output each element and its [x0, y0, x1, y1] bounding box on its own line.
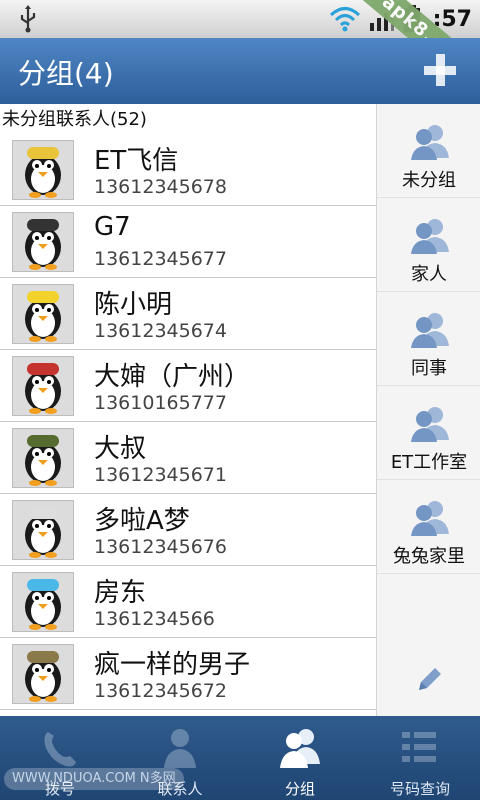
- contact-row[interactable]: 陈小明 13612345674: [0, 278, 376, 350]
- contact-phone: 13612345676: [94, 536, 227, 558]
- contact-name: 疯一样的男子: [94, 650, 251, 680]
- group-label: 家人: [411, 264, 447, 285]
- avatar: [12, 212, 74, 272]
- group-item[interactable]: 兔兔家里: [377, 480, 480, 574]
- number-lookup-icon: [402, 732, 436, 762]
- avatar: [12, 356, 74, 416]
- contact-row[interactable]: 房东 1361234566: [0, 566, 376, 638]
- penguin-chef-avatar-icon: [25, 147, 61, 198]
- group-people-icon: [411, 501, 449, 536]
- contact-row[interactable]: ET飞信 13612345678: [0, 134, 376, 206]
- group-people-icon: [411, 219, 449, 254]
- avatar: [12, 500, 74, 560]
- contact-name: 大婶（广州）: [94, 362, 251, 392]
- contact-row[interactable]: 大婶（广州） 13610165777: [0, 350, 376, 422]
- group-people-icon: [411, 313, 449, 348]
- penguin-winged-avatar-icon: [25, 363, 61, 414]
- group-item[interactable]: ET工作室: [377, 386, 480, 480]
- contact-phone: 13612345672: [94, 680, 227, 702]
- contact-phone: 13610165777: [94, 392, 227, 414]
- contact-row[interactable]: 大叔 13612345671: [0, 422, 376, 494]
- edit-pencil-icon[interactable]: [413, 664, 445, 696]
- contact-row[interactable]: G7 13612345677: [0, 206, 376, 278]
- usb-icon: [20, 5, 36, 33]
- group-item[interactable]: 同事: [377, 292, 480, 386]
- wifi-icon: [329, 7, 360, 32]
- contact-phone: 13612345677: [94, 248, 227, 270]
- tab-label: 分组: [284, 780, 315, 798]
- tab-groups[interactable]: 分组: [240, 716, 360, 800]
- list-header: 未分组联系人(52): [2, 109, 147, 130]
- contact-name: 多啦A梦: [94, 506, 190, 536]
- contact-name: ET飞信: [94, 146, 179, 176]
- contact-name: 大叔: [94, 434, 147, 464]
- group-label: 同事: [411, 358, 447, 379]
- contact-row[interactable]: 疯一样的男子 13612345672: [0, 638, 376, 710]
- contact-phone: 13612345674: [94, 320, 227, 342]
- contact-phone: 1361234566: [94, 608, 215, 630]
- group-item[interactable]: 未分组: [377, 104, 480, 198]
- tab-number-lookup[interactable]: 号码查询: [360, 716, 480, 800]
- page-title: 分组(4): [18, 57, 114, 90]
- penguin-blue-avatar-icon: [25, 579, 61, 630]
- avatar: [12, 428, 74, 488]
- contact-person-icon: [164, 729, 196, 768]
- avatar: [12, 140, 74, 200]
- status-bar: :57 apk8.com: [0, 0, 480, 100]
- contact-list[interactable]: 未分组联系人(52) ET飞信 13612345678 G7 13612345677 陈…: [0, 104, 376, 716]
- penguin-bandit-avatar-icon: [25, 219, 61, 270]
- penguin-camo-avatar-icon: [25, 651, 61, 702]
- contact-name: G7: [94, 212, 131, 242]
- group-people-icon: [411, 407, 449, 442]
- site-watermark: WWW.NDUOA.COM N多网: [4, 768, 184, 790]
- contact-phone: 13612345671: [94, 464, 227, 486]
- penguin-soldier-avatar-icon: [25, 435, 61, 486]
- contact-phone: 13612345678: [94, 176, 227, 198]
- tab-label: 号码查询: [389, 780, 450, 798]
- group-label: ET工作室: [390, 452, 468, 473]
- group-item[interactable]: 家人: [377, 198, 480, 292]
- penguin-robot-avatar-icon: [25, 507, 61, 558]
- group-label: 兔兔家里: [393, 546, 465, 567]
- group-people-icon: [280, 729, 320, 768]
- avatar: [12, 284, 74, 344]
- group-sidebar: 未分组家人同事 ET工作室兔兔家里: [376, 104, 480, 716]
- avatar: [12, 572, 74, 632]
- contact-row[interactable]: 多啦A梦 13612345676: [0, 494, 376, 566]
- avatar: [12, 644, 74, 704]
- content-area: 未分组联系人(52) ET飞信 13612345678 G7 13612345677 陈…: [0, 104, 480, 716]
- title-bar: 分组(4): [0, 38, 480, 104]
- contact-name: 陈小明: [94, 290, 173, 320]
- phone-handset-icon: [44, 732, 76, 767]
- group-label: 未分组: [402, 170, 456, 191]
- add-group-icon[interactable]: [420, 50, 460, 90]
- contact-name: 房东: [94, 578, 147, 608]
- group-people-icon: [411, 125, 449, 160]
- penguin-glasses-avatar-icon: [25, 291, 61, 342]
